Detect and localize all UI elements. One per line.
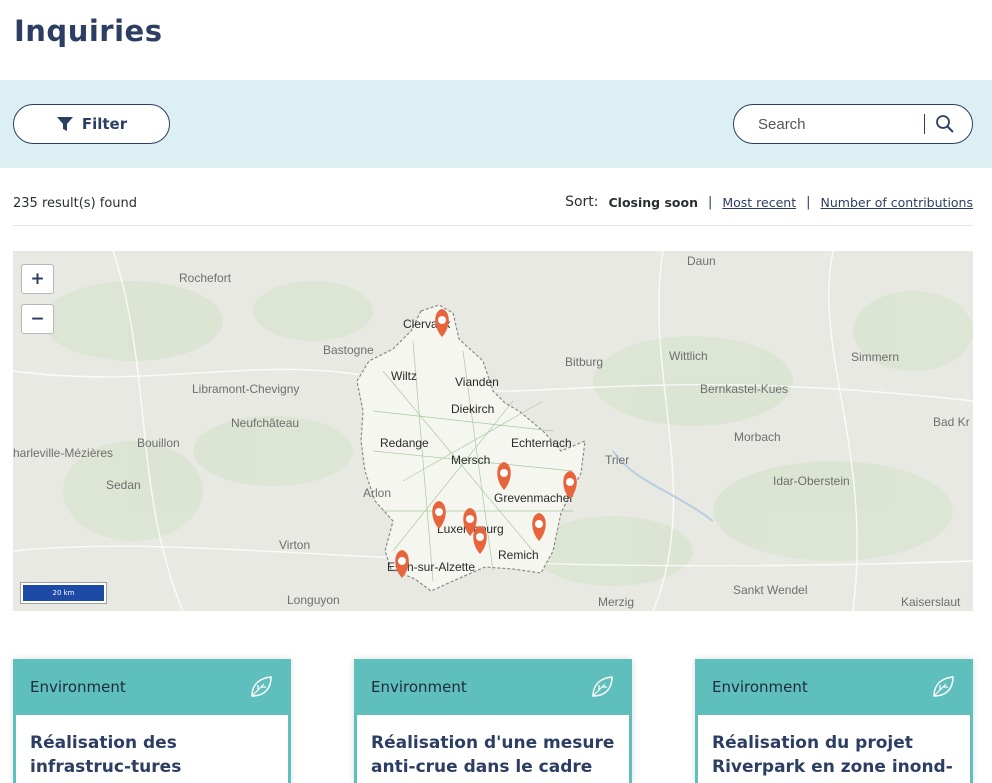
search-input[interactable] (734, 105, 924, 143)
funnel-icon (56, 117, 73, 131)
map-marker[interactable] (432, 501, 446, 529)
sort-option-most-recent[interactable]: Most recent (722, 195, 796, 210)
map-marker[interactable] (473, 526, 487, 554)
card-title: Réalisation du projet Riverpark en zone … (712, 733, 953, 777)
card-header: Environment (16, 659, 288, 715)
results-row: 235 result(s) found Sort: Closing soon |… (13, 188, 973, 226)
leaf-icon (251, 676, 272, 697)
search-icon[interactable] (925, 105, 965, 143)
inquiry-card[interactable]: Environment Réalisation d'une mesure ant… (354, 659, 632, 783)
card-header: Environment (357, 659, 629, 715)
sort-separator: | (707, 194, 713, 210)
card-category: Environment (30, 678, 126, 696)
card-category: Environment (712, 678, 808, 696)
leaf-icon (592, 676, 613, 697)
scale-label: 20 km (23, 585, 104, 601)
map-marker[interactable] (532, 513, 546, 541)
sort-separator: | (806, 194, 811, 210)
inquiry-card[interactable]: Environment Réalisation des infrastruc-t… (13, 659, 291, 783)
map-marker[interactable] (435, 309, 449, 337)
map[interactable]: Rochefort Daun Bastogne Clervaux Bitburg… (13, 251, 973, 611)
card-header: Environment (698, 659, 970, 715)
inquiry-card[interactable]: Environment Réalisation du projet Riverp… (695, 659, 973, 783)
search-box (733, 104, 973, 144)
card-category: Environment (371, 678, 467, 696)
map-scale-bar: 20 km (20, 582, 107, 604)
sort-option-contributions[interactable]: Number of contributions (821, 195, 973, 210)
card-title: Réalisation d'une mesure anti-crue dans … (371, 733, 615, 783)
filter-bar: Filter (0, 80, 992, 168)
filter-label: Filter (81, 115, 128, 133)
card-title: Réalisation des infrastruc-tures d'assai… (30, 733, 247, 783)
sort-label: Sort: (565, 194, 599, 210)
sort-controls: Sort: Closing soon | Most recent | Numbe… (565, 194, 973, 210)
leaf-icon (933, 676, 954, 697)
filter-button[interactable]: Filter (13, 104, 170, 144)
sort-option-closing-soon[interactable]: Closing soon (608, 195, 697, 210)
map-markers (395, 309, 577, 578)
map-marker[interactable] (395, 550, 409, 578)
map-marker[interactable] (563, 471, 577, 499)
result-count: 235 result(s) found (13, 196, 138, 211)
map-marker[interactable] (497, 462, 511, 490)
zoom-in-button[interactable]: + (21, 264, 54, 294)
zoom-out-button[interactable]: − (21, 304, 54, 334)
page-title: Inquiries (14, 14, 163, 48)
